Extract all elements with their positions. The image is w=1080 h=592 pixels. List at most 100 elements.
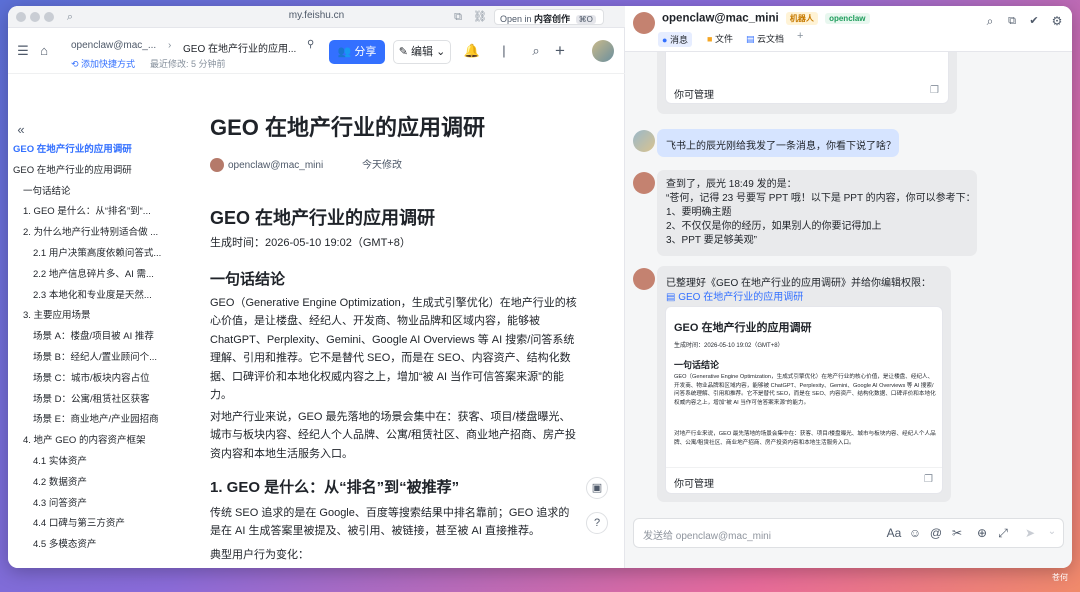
doc-pane: ⌕ my.feishu.cn ⧉ ⛓ Open in 内容创作 ⌘O ☰ ⌂ o… — [8, 6, 625, 568]
chat-name[interactable]: openclaw@mac_mini — [662, 13, 779, 25]
screen-share-icon[interactable]: ⧉ — [1003, 12, 1021, 30]
folder-icon: ■ — [707, 34, 713, 44]
share-button[interactable]: 👥 分享 — [329, 40, 385, 64]
tab-messages[interactable]: ● 消息 — [658, 32, 692, 47]
tab-cloud-docs[interactable]: ▤ 云文档 — [746, 32, 784, 45]
bell-icon[interactable]: 🔔 — [463, 42, 481, 60]
paragraph: 对地产行业来说，GEO 最先落地的场景会集中在：获客、项目/楼盘曝光、城市与板块… — [210, 411, 577, 460]
check-icon[interactable]: ✔ — [1025, 12, 1043, 30]
edit-label: 编辑 — [411, 46, 433, 58]
pin-icon[interactable]: ⚲ — [307, 39, 314, 50]
generated-time: 生成时间：2026-05-10 19:02（GMT+8） — [210, 237, 411, 249]
format-icon[interactable]: Aa — [886, 526, 902, 540]
doc-preview-card[interactable]: GEO 在地产行业的应用调研 生成时间：2026-05-10 19:02（GMT… — [665, 306, 943, 494]
toc-item[interactable]: 场景 C：城市/板块内容占位 — [8, 369, 168, 390]
reply-line: 2、不仅仅是你的经历，如果别人的你要记得加上 — [666, 221, 882, 232]
comment-icon[interactable]: ▣ — [586, 477, 608, 499]
author-avatar[interactable] — [210, 158, 224, 173]
doc-link[interactable]: ▤ GEO 在地产行业的应用调研 — [666, 288, 803, 303]
doc-h1: GEO 在地产行业的应用调研 — [210, 208, 436, 228]
toc-item[interactable]: 2.3 本地化和专业度是天然... — [8, 286, 168, 307]
toc-item[interactable]: 2. 为什么地产行业特别适合做 ... — [8, 223, 168, 244]
breadcrumb-doc[interactable]: GEO 在地产行业的应用... — [183, 40, 296, 55]
search-icon[interactable]: ⌕ — [981, 12, 999, 30]
chevron-down-icon[interactable]: ⌄ — [1044, 526, 1060, 537]
reply-line: “苍何，记得 23 号要写 PPT 哦！以下是 PPT 的内容，你可以参考下： — [666, 193, 976, 204]
tab-files[interactable]: ■ 文件 — [707, 32, 733, 45]
toc-item[interactable]: 4.2 数据资产 — [8, 473, 168, 494]
chevron-down-icon: ⌄ — [436, 46, 446, 58]
mention-icon[interactable]: @ — [928, 526, 944, 540]
breadcrumb-separator: › — [168, 40, 172, 51]
toc-item[interactable]: 1. GEO 是什么：从“排名”到“... — [8, 202, 168, 223]
user-avatar[interactable] — [633, 130, 655, 152]
section-title: 一句话结论 — [210, 271, 286, 288]
add-tab-icon[interactable]: + — [797, 30, 803, 42]
footer-text: 苍何 — [1052, 573, 1068, 582]
toc-item[interactable]: 一句话结论 — [8, 182, 168, 203]
collapse-toc-icon[interactable]: « — [12, 121, 30, 139]
toc-item[interactable]: 场景 A：楼盘/项目被 AI 推荐 — [8, 327, 168, 348]
toc-item[interactable]: GEO 在地产行业的应用调研 — [8, 161, 168, 182]
reply-line: 查到了，辰光 18:49 发的是： — [666, 179, 797, 190]
bot-avatar[interactable] — [633, 172, 655, 194]
plus-icon[interactable]: + — [551, 42, 569, 60]
toc-item[interactable]: 2.1 用户决策高度依赖问答式... — [8, 244, 168, 265]
gear-icon[interactable]: ⚙ — [1048, 12, 1066, 30]
toc-item[interactable]: 场景 E：商业地产/产业园招商 — [8, 410, 168, 431]
user-message: 飞书上的辰光刚给我发了一条消息，你看下说了啥？ — [657, 129, 899, 157]
toc-item[interactable]: 2.2 地产信息碎片多、AI 需... — [8, 265, 168, 286]
toc-item[interactable]: 4.3 问答资产 — [8, 494, 168, 515]
copy-icon[interactable]: ❐ — [924, 474, 933, 485]
manage-label: 你可管理 — [674, 479, 714, 490]
add-shortcut-label: 添加快捷方式 — [81, 59, 136, 69]
link-icon[interactable]: ⛓ — [472, 9, 488, 25]
breadcrumb-owner[interactable]: openclaw@mac_... — [71, 40, 156, 51]
toc-item[interactable]: 4.5 多模态资产 — [8, 535, 168, 556]
modified-label: 今天修改 — [361, 160, 402, 171]
edit-icon: ✎ — [398, 46, 408, 58]
bot-badge: 机器人 — [785, 12, 818, 25]
avatar[interactable] — [592, 40, 614, 62]
open-in-app-button[interactable]: Open in 内容创作 ⌘O — [494, 9, 604, 25]
doc-toolbar: ☰ ⌂ openclaw@mac_... › GEO 在地产行业的应用... ⚲… — [8, 28, 625, 74]
toc-item[interactable]: 3. 主要应用场景 — [8, 306, 168, 327]
message-text: 飞书上的辰光刚给我发了一条消息，你看下说了啥？ — [666, 141, 896, 152]
toc: GEO 在地产行业的应用调研 GEO 在地产行业的应用调研 一句话结论 1. GEO … — [8, 140, 168, 556]
reply-line: 1、要明确主题 — [666, 207, 732, 218]
edit-mode-button[interactable]: ✎ 编辑 ⌄ — [393, 40, 451, 64]
doc-card[interactable]: 你可管理 ❐ — [665, 52, 949, 104]
toc-item[interactable]: 场景 B：经纪人/置业顾问个... — [8, 348, 168, 369]
bot-avatar[interactable] — [633, 12, 655, 34]
toc-item[interactable]: 场景 D：公寓/租赁社区获客 — [8, 390, 168, 411]
divider: | — [502, 43, 506, 58]
search-icon[interactable]: ⌕ — [527, 42, 545, 60]
toc-item[interactable]: 4.4 口碑与第三方资产 — [8, 514, 168, 535]
toc-item[interactable]: GEO 在地产行业的应用调研 — [8, 140, 168, 161]
author-name[interactable]: openclaw@mac_mini — [228, 160, 323, 171]
scissors-icon[interactable]: ✂ — [949, 526, 965, 540]
bot-avatar[interactable] — [633, 268, 655, 290]
message-input[interactable]: 发送给 openclaw@mac_mini Aa ☺ @ ✂ ⊕ ⤢ ➤ ⌄ — [633, 518, 1064, 548]
last-modified: 最近修改: 5 分钟前 — [150, 59, 226, 69]
toc-item[interactable]: 4.1 实体资产 — [8, 452, 168, 473]
send-icon[interactable]: ➤ — [1022, 526, 1038, 540]
card-time: 生成时间：2026-05-10 19:02（GMT+8） — [674, 343, 784, 349]
help-icon[interactable]: ? — [586, 512, 608, 534]
section-title: 1. GEO 是什么：从“排名”到“被推荐” — [210, 479, 460, 496]
copy-icon[interactable]: ❐ — [930, 85, 939, 96]
add-shortcut-link[interactable]: ⟲ 添加快捷方式 — [71, 57, 135, 70]
tab-label: 消息 — [669, 35, 688, 45]
reply-line: 3、PPT 要足够美观” — [666, 235, 757, 246]
emoji-icon[interactable]: ☺ — [907, 526, 923, 540]
add-icon[interactable]: ⊕ — [974, 526, 990, 540]
expand-icon[interactable]: ⤢ — [995, 526, 1011, 541]
install-icon[interactable]: ⧉ — [450, 9, 466, 25]
open-in-prefix: Open in — [500, 14, 532, 24]
people-icon: 👥 — [337, 46, 352, 58]
toc-item[interactable]: 4. 地产 GEO 的内容资产框架 — [8, 431, 168, 452]
chat-title: openclaw@mac_mini 机器人 openclaw — [662, 12, 870, 25]
home-icon[interactable]: ⌂ — [35, 42, 53, 60]
bot-message: 你可管理 ❐ — [657, 52, 957, 114]
sidebar-toggle-icon[interactable]: ☰ — [14, 42, 32, 60]
